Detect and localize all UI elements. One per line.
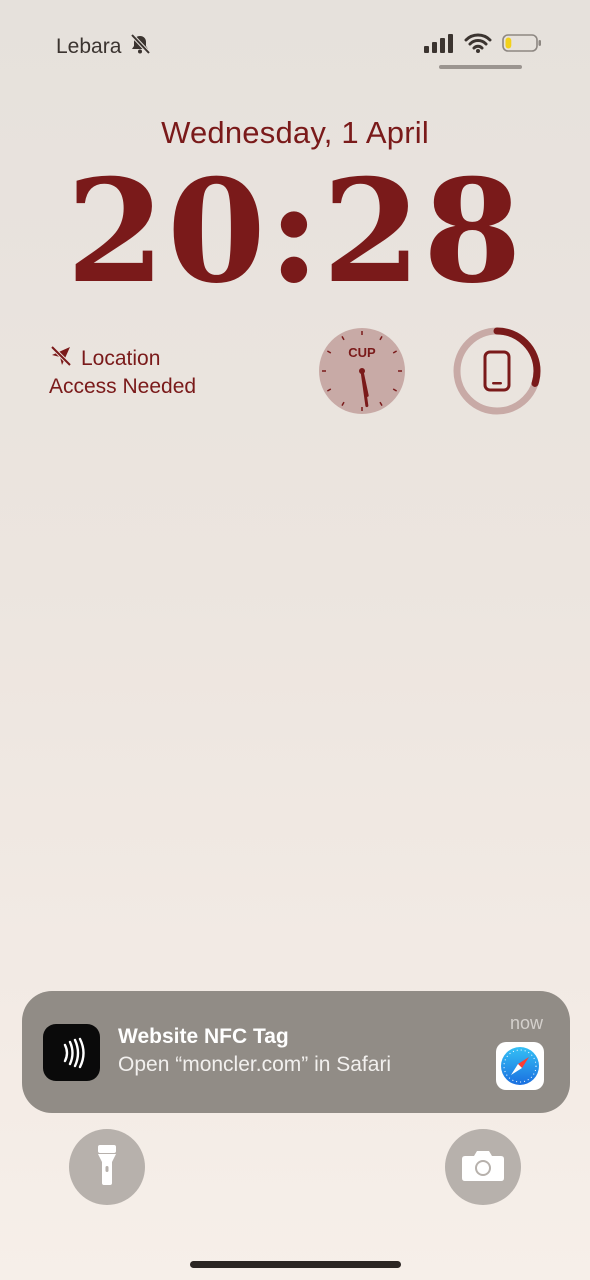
carrier: Lebara xyxy=(56,33,151,60)
status-pill xyxy=(439,65,522,69)
clock-city-code: CUP xyxy=(348,345,376,360)
lock-screen-date: Wednesday, 1 April xyxy=(161,115,429,150)
location-widget[interactable]: Location Access Needed xyxy=(49,344,249,400)
nfc-notification[interactable]: Website NFC Tag Open “moncler.com” in Sa… xyxy=(22,991,570,1113)
battery-low-icon xyxy=(502,33,542,58)
cellular-signal-icon xyxy=(424,33,454,58)
notification-body: Open “moncler.com” in Safari xyxy=(118,1053,392,1076)
wifi-icon xyxy=(464,33,492,58)
location-sublabel: Access Needed xyxy=(49,375,197,398)
notification-title: Website NFC Tag xyxy=(118,1025,289,1048)
status-right xyxy=(424,33,542,58)
battery-widget[interactable] xyxy=(452,326,542,416)
nfc-waves-icon xyxy=(43,1024,100,1081)
home-indicator[interactable] xyxy=(190,1261,401,1268)
camera-icon xyxy=(461,1148,505,1187)
safari-compass-icon xyxy=(496,1042,544,1090)
bell-slash-icon xyxy=(129,33,151,60)
notification-time: now xyxy=(509,1013,543,1033)
iphone-icon xyxy=(483,350,511,392)
flashlight-button[interactable] xyxy=(69,1129,145,1205)
location-slash-icon xyxy=(49,344,73,373)
status-bar: Lebara xyxy=(0,0,590,90)
camera-button[interactable] xyxy=(445,1129,521,1205)
carrier-name: Lebara xyxy=(56,34,122,58)
world-clock-widget[interactable]: CUP xyxy=(317,326,407,416)
lock-screen-time: 20:28 xyxy=(66,149,524,315)
location-label: Location xyxy=(81,347,161,370)
flashlight-icon xyxy=(96,1144,118,1191)
